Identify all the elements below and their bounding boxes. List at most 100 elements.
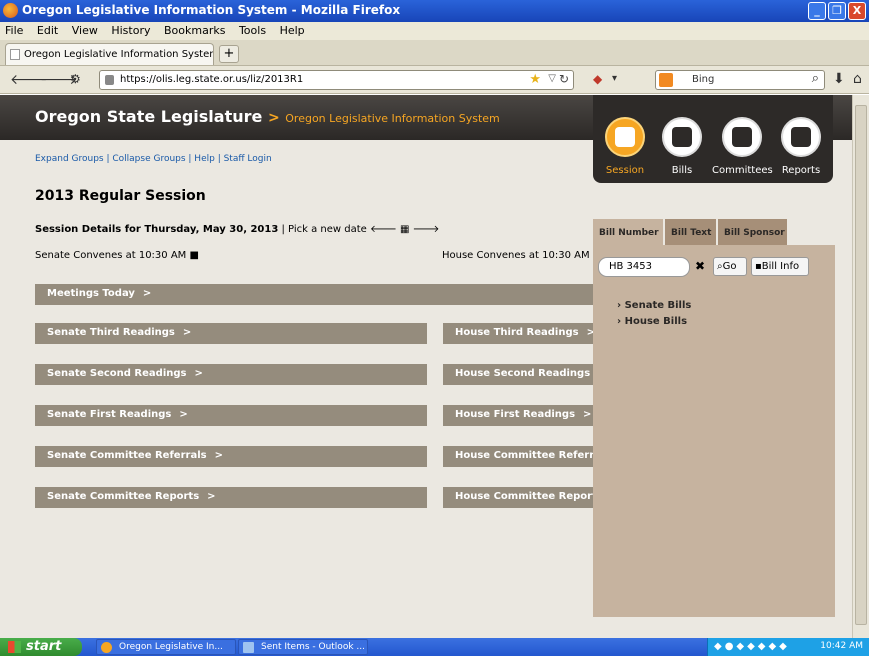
system-tray: ◆●◆◆◆◆◆ 10:42 AM [707,638,869,656]
committees-nav-label[interactable]: Committees [712,165,773,176]
calendar-picker-icon[interactable]: ▦ [400,224,409,235]
firefox-icon [3,3,18,18]
senate-bills-label: Senate Bills [624,300,692,311]
page-icon [10,49,20,60]
menu-help[interactable]: Help [275,22,310,39]
house-bills-link[interactable]: › House Bills [617,316,687,327]
scrollbar-thumb[interactable] [855,105,867,625]
house-section-bar[interactable]: House Second Readings> [443,364,593,385]
senate-section-label: Senate Committee Reports [47,491,200,502]
menu-file[interactable]: File [0,22,28,39]
senate-section-label: Senate Second Readings [47,368,187,379]
home-sync-icon[interactable]: ⚙ [70,72,81,86]
session-nav-label[interactable]: Session [595,165,655,176]
reload-icon[interactable]: ↻ [559,72,569,86]
chevron-right-icon: > [207,491,216,502]
utility-links[interactable]: Expand Groups | Collapse Groups | Help |… [35,154,272,164]
taskbar-item-outlook[interactable]: Sent Items - Outlook ... [238,639,368,655]
bills-nav-button[interactable] [662,117,702,157]
menu-tools[interactable]: Tools [234,22,271,39]
download-icon[interactable]: ⬇ [833,71,845,87]
outlook-icon [243,642,254,653]
search-bar[interactable]: Bing ⌕ [655,70,825,90]
breadcrumb-separator: > [267,110,280,126]
chevron-right-icon: > [182,327,192,338]
url-dropdown-icon[interactable]: ▽ [548,73,556,84]
bill-number-input[interactable]: HB 3453 [598,257,690,277]
site-subtitle[interactable]: Oregon Legislative Information System [285,112,500,125]
chevron-right-icon: > [214,450,223,461]
home-icon[interactable]: ⌂ [853,71,862,87]
prev-date-icon[interactable]: 🡐 [370,224,397,235]
house-section-bar[interactable]: House Third Readings > [443,323,593,344]
bill-lookup-panel: Bill Number Bill Text Bill Sponsor HB 34… [593,219,835,617]
url-bar[interactable]: https://olis.leg.state.or.us/liz/2013R1 … [99,70,574,90]
go-button-label: Go [722,261,737,272]
start-label: start [26,639,62,654]
bill-info-button[interactable]: ▪Bill Info [751,257,809,276]
browser-tab-label: Oregon Legislative Information System [24,49,214,60]
video-icon[interactable]: ■ [190,250,199,261]
clock: 10:42 AM [820,641,863,651]
session-details-label: Session Details for Thursday, May 30, 20… [35,224,279,235]
tab-bill-sponsor[interactable]: Bill Sponsor [717,219,787,245]
senate-section-bar[interactable]: Senate Third Readings > [35,323,427,344]
menu-history[interactable]: History [106,22,155,39]
chevron-right-icon: > [583,409,592,420]
addon-icon[interactable]: ◆ [593,72,602,86]
tray-icons[interactable]: ◆●◆◆◆◆◆ [714,641,790,652]
chevron-right-icon: › [617,316,625,327]
navigation-toolbar: 🡐 🡒 ⚙ https://olis.leg.state.or.us/liz/2… [0,66,869,94]
addon-dropdown-icon[interactable]: ▾ [612,73,617,84]
bills-nav-label[interactable]: Bills [652,165,712,176]
house-section-bar[interactable]: House Committee Referrals> [443,446,593,467]
house-section-bar[interactable]: House Committee Reports> [443,487,593,508]
senate-section-bar[interactable]: Senate Second Readings > [35,364,427,385]
chevron-right-icon: > [194,368,203,379]
bookmark-star-icon[interactable]: ★ [529,72,541,87]
go-button[interactable]: ⌕Go [713,257,747,276]
house-section-label: House Second Readings [455,368,591,379]
next-date-icon[interactable]: 🡒 [413,224,440,235]
close-button[interactable]: X [848,2,866,20]
house-bills-label: House Bills [624,316,688,327]
pick-date-link[interactable]: | Pick a new date [282,224,367,235]
bing-icon [659,73,673,87]
menu-view[interactable]: View [67,22,103,39]
senate-section-bar[interactable]: Senate Committee Reports > [35,487,427,508]
menu-edit[interactable]: Edit [32,22,63,39]
senate-section-bar[interactable]: Senate First Readings > [35,405,427,426]
maximize-button[interactable]: ❐ [828,2,846,20]
senate-section-bar[interactable]: Senate Committee Referrals > [35,446,427,467]
browser-tab[interactable]: Oregon Legislative Information System [5,43,214,65]
senate-bills-link[interactable]: › Senate Bills [617,300,691,311]
tab-bill-number[interactable]: Bill Number [593,219,663,245]
reports-nav-button[interactable] [781,117,821,157]
session-nav-button[interactable] [605,117,645,157]
meetings-today-label: Meetings Today [47,288,135,299]
house-section-bar[interactable]: House First Readings > [443,405,593,426]
menu-bar: File Edit View History Bookmarks Tools H… [0,22,869,40]
firefox-icon [101,642,112,653]
clear-icon[interactable]: ✖ [695,259,705,273]
search-icon[interactable]: ⌕ [812,71,819,86]
taskbar-item-label: Sent Items - Outlook ... [261,642,365,652]
house-section-label: House Committee Referrals [455,450,593,461]
tab-strip: Oregon Legislative Information System + [0,40,869,66]
site-name[interactable]: Oregon State Legislature [35,107,262,126]
start-button[interactable]: start [0,638,82,656]
new-tab-button[interactable]: + [219,45,239,63]
report-icon [791,127,811,147]
menu-bookmarks[interactable]: Bookmarks [159,22,230,39]
minimize-button[interactable]: _ [808,2,826,20]
committees-nav-button[interactable] [722,117,762,157]
session-details: Session Details for Thursday, May 30, 20… [35,223,439,235]
reports-nav-label[interactable]: Reports [771,165,831,176]
meetings-today-bar[interactable]: Meetings Today > [35,284,593,305]
document-icon [672,127,692,147]
taskbar-item-firefox[interactable]: Oregon Legislative In... [96,639,236,655]
taskbar: start Oregon Legislative In... Sent Item… [0,638,869,656]
vertical-scrollbar[interactable] [852,95,869,638]
tab-bill-text[interactable]: Bill Text [664,219,716,245]
document-icon: ▪ [755,261,762,272]
